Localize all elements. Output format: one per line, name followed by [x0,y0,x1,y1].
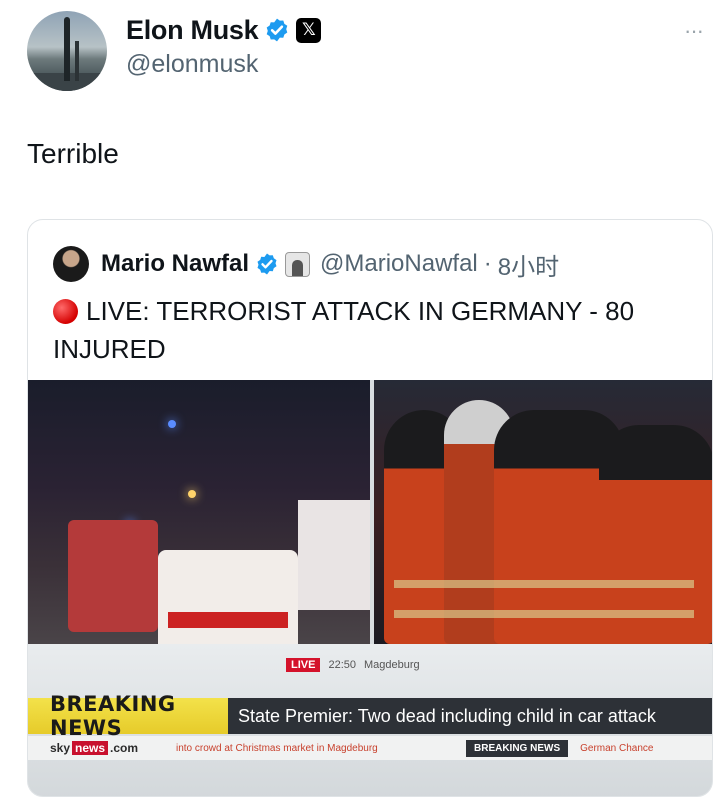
breaking-news-label: BREAKING NEWS [28,692,228,740]
broadcast-time: 22:50 [328,659,356,671]
red-vehicle [68,520,158,632]
red-circle-icon [53,299,78,324]
affiliate-badge-icon [285,251,311,277]
emergency-workers-image [374,380,712,644]
street-scene-image [28,380,370,644]
live-badge: LIVE [286,658,321,672]
broadcast-location: Magdeburg [363,659,420,671]
dot-separator: · [483,250,492,277]
quoted-text-body: LIVE: TERRORIST ATTACK IN GERMANY - 80 I… [53,296,635,364]
avatar-tower [75,41,79,81]
tweet-text: Terrible [27,138,119,169]
quoted-handle[interactable]: @MarioNawfal [320,250,478,278]
quoted-time[interactable]: 8小时 [498,247,559,282]
quoted-author-name[interactable]: Mario Nawfal [101,250,249,278]
author-handle[interactable]: @elonmusk [126,50,258,79]
quoted-avatar[interactable] [53,246,89,282]
author-avatar[interactable] [27,11,107,91]
verified-badge-icon [267,18,288,42]
live-indicator: LIVE 22:50 Magdeburg [286,658,420,672]
news-video-thumbnail[interactable]: LIVE 22:50 Magdeburg BREAKING NEWS State… [28,380,712,796]
broadcast-lower-third: LIVE 22:50 Magdeburg BREAKING NEWS State… [28,644,712,796]
channel-logo: sky news .com [50,741,139,755]
author-name-row: Elon Musk 𝕏 [126,14,322,46]
news-ticker: sky news .com into crowd at Christmas mark… [28,736,712,760]
quoted-text: LIVE: TERRORIST ATTACK IN GERMANY - 80 I… [53,292,693,368]
quoted-header: Mario Nawfal @MarioNawfal · 8小时 [53,245,559,283]
white-vehicle [298,500,370,610]
ticker-breaking-label: BREAKING NEWS [466,739,569,757]
ticker-tail: German Chance [580,742,654,754]
x-logo-icon: 𝕏 [296,17,322,43]
verified-badge-icon [257,253,277,275]
breaking-headline: State Premier: Two dead including child … [228,698,712,734]
avatar-rocket [64,17,70,81]
more-options-icon[interactable]: ··· [684,18,704,44]
quoted-tweet-card[interactable]: Mario Nawfal @MarioNawfal · 8小时 LIVE: TE… [27,219,713,797]
ambulance [158,550,298,644]
author-name[interactable]: Elon Musk [126,15,259,46]
ticker-text: into crowd at Christmas market in Magdeb… [176,742,378,754]
